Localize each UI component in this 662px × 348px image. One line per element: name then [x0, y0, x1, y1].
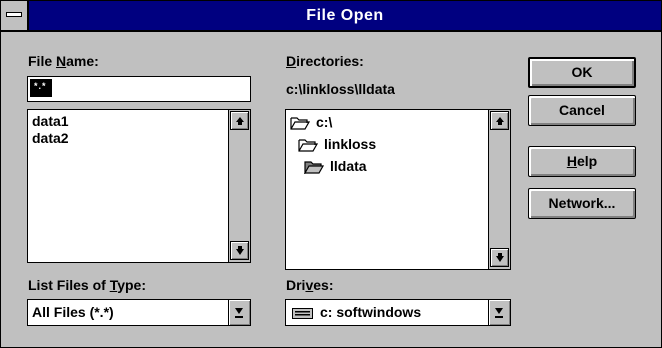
system-menu-button[interactable]: [1, 1, 29, 30]
directory-label: c:\: [316, 114, 333, 130]
current-path: c:\linkloss\lldata: [286, 81, 395, 97]
directory-label: lldata: [330, 158, 367, 174]
file-open-dialog: File Open File Name: *.* data1 data2 Dir…: [0, 0, 662, 348]
list-item[interactable]: data1: [32, 113, 69, 129]
file-type-value: All Files (*.*): [32, 304, 114, 320]
file-type-dropdown[interactable]: All Files (*.*): [27, 299, 251, 326]
drive-icon: [292, 307, 314, 323]
file-type-dropdown-button[interactable]: [228, 300, 250, 325]
file-list-scrollbar[interactable]: [228, 110, 250, 262]
open-folder-icon: [298, 138, 318, 152]
directory-scrollbar[interactable]: [488, 110, 510, 269]
window-title: File Open: [306, 7, 384, 24]
directories-label: Directories:: [286, 53, 364, 69]
open-folder-current-icon: [304, 160, 324, 174]
file-type-label: List Files of Type:: [28, 277, 146, 293]
system-menu-icon: [6, 12, 22, 17]
open-folder-icon: [290, 116, 310, 130]
file-name-input[interactable]: *.*: [27, 76, 251, 102]
scroll-down-button[interactable]: [230, 241, 249, 260]
cancel-button[interactable]: Cancel: [528, 95, 636, 126]
down-arrow-icon: [496, 253, 504, 262]
scroll-down-button[interactable]: [490, 248, 509, 267]
title-bar: File Open: [1, 1, 661, 32]
text-selection-highlight: *.*: [30, 79, 52, 97]
help-button[interactable]: Help: [528, 146, 636, 177]
ok-button[interactable]: OK: [528, 57, 636, 88]
drives-dropdown-button[interactable]: [488, 300, 510, 325]
directory-tree[interactable]: c:\ linkloss lldata: [285, 109, 511, 270]
drives-dropdown[interactable]: c: softwindows: [285, 299, 511, 326]
list-item[interactable]: data2: [32, 130, 69, 146]
file-list[interactable]: data1 data2: [27, 109, 251, 263]
up-arrow-icon: [236, 117, 244, 125]
dropdown-arrow-icon: [495, 308, 503, 318]
drive-value: c: softwindows: [320, 304, 422, 320]
directory-label: linkloss: [324, 136, 377, 152]
scroll-up-button[interactable]: [230, 111, 249, 130]
network-button[interactable]: Network...: [528, 188, 636, 219]
file-name-label: File Name:: [28, 53, 99, 69]
dropdown-arrow-icon: [235, 308, 243, 318]
drives-label: Drives:: [286, 277, 334, 293]
up-arrow-icon: [496, 117, 504, 125]
down-arrow-icon: [236, 246, 244, 255]
scroll-up-button[interactable]: [490, 111, 509, 130]
